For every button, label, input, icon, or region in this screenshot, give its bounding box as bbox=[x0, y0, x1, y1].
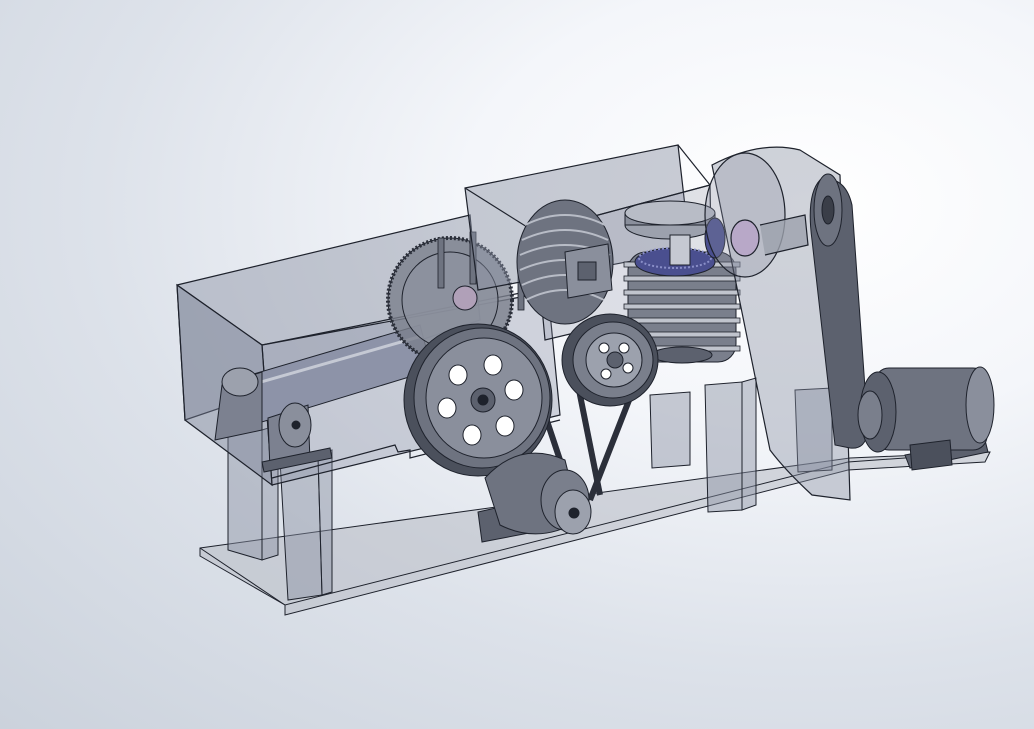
small-pulley bbox=[561, 313, 659, 407]
finned-cylinder-left bbox=[516, 199, 614, 325]
cad-viewport[interactable] bbox=[0, 0, 1034, 729]
machine-assembly-model bbox=[176, 144, 995, 616]
drive-motor-right bbox=[857, 366, 995, 471]
